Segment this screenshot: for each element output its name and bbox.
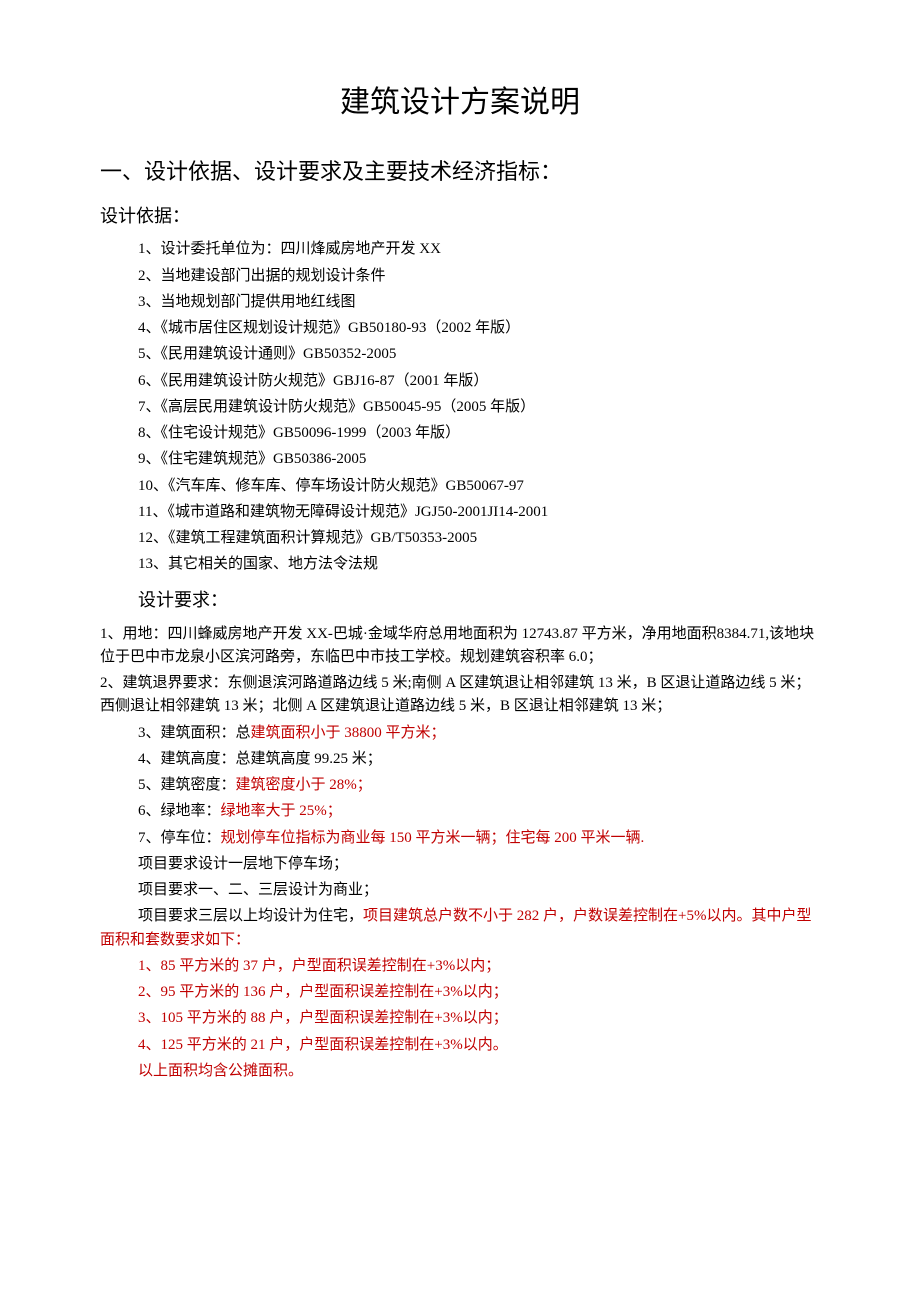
unit-type-item: 1、85 平方米的 37 户，户型面积误差控制在+3%以内； — [138, 955, 820, 978]
basis-item: 10、《汽车库、修车库、停车场设计防火规范》GB50067-97 — [138, 475, 820, 498]
req-item-3: 3、建筑面积：总建筑面积小于 38800 平方米； — [138, 722, 820, 745]
req-3-label: 3、建筑面积：总 — [138, 725, 251, 741]
req-5-value: 建筑密度小于 28%； — [236, 777, 372, 793]
basis-item: 9、《住宅建筑规范》GB50386-2005 — [138, 448, 820, 471]
req-item-7: 7、停车位：规划停车位指标为商业每 150 平方米一辆；住宅每 200 平米一辆… — [138, 827, 820, 850]
req-item-1: 1、用地：四川蜂威房地产开发 XX-巴城·金域华府总用地面积为 12743.87… — [100, 623, 820, 670]
req-item-residential: 项目要求三层以上均设计为住宅，项目建筑总户数不小于 282 户，户数误差控制在+… — [100, 905, 820, 952]
basis-item: 13、其它相关的国家、地方法令法规 — [138, 553, 820, 576]
basis-item: 7、《高层民用建筑设计防火规范》GB50045-95（2005 年版） — [138, 396, 820, 419]
basis-item: 6、《民用建筑设计防火规范》GBJ16-87（2001 年版） — [138, 370, 820, 393]
unit-type-item: 4、125 平方米的 21 户，户型面积误差控制在+3%以内。 — [138, 1034, 820, 1057]
req-item-5: 5、建筑密度：建筑密度小于 28%； — [138, 774, 820, 797]
req-item-parking: 项目要求设计一层地下停车场； — [138, 853, 820, 876]
basis-item: 3、当地规划部门提供用地红线图 — [138, 291, 820, 314]
design-basis-heading: 设计依据： — [100, 203, 820, 231]
req-item-2: 2、建筑退界要求：东侧退滨河路道路边线 5 米;南侧 A 区建筑退让相邻建筑 1… — [100, 672, 820, 719]
document-title: 建筑设计方案说明 — [100, 80, 820, 127]
req-item-commercial: 项目要求一、二、三层设计为商业； — [138, 879, 820, 902]
req-7-label: 7、停车位： — [138, 830, 221, 846]
req-7-value: 规划停车位指标为商业每 150 平方米一辆；住宅每 200 平米一辆. — [221, 830, 645, 846]
basis-item: 11、《城市道路和建筑物无障碍设计规范》JGJ50-2001JI14-2001 — [138, 501, 820, 524]
req-6-label: 6、绿地率： — [138, 803, 221, 819]
basis-item: 4、《城市居住区规划设计规范》GB50180-93（2002 年版） — [138, 317, 820, 340]
req-6-value: 绿地率大于 25%； — [221, 803, 342, 819]
basis-item: 5、《民用建筑设计通则》GB50352-2005 — [138, 343, 820, 366]
requirements-body: 1、用地：四川蜂威房地产开发 XX-巴城·金域华府总用地面积为 12743.87… — [100, 623, 820, 1084]
unit-type-item: 3、105 平方米的 88 户，户型面积误差控制在+3%以内； — [138, 1007, 820, 1030]
design-requirements-heading: 设计要求： — [138, 587, 820, 615]
page: 建筑设计方案说明 一、设计依据、设计要求及主要技术经济指标： 设计依据： 1、设… — [0, 0, 920, 1146]
basis-item: 2、当地建设部门出据的规划设计条件 — [138, 265, 820, 288]
unit-type-item: 2、95 平方米的 136 户，户型面积误差控制在+3%以内； — [138, 981, 820, 1004]
req-res-prefix: 项目要求三层以上均设计为住宅， — [138, 908, 363, 924]
basis-item: 8、《住宅设计规范》GB50096-1999（2003 年版） — [138, 422, 820, 445]
req-item-4: 4、建筑高度：总建筑高度 99.25 米； — [138, 748, 820, 771]
basis-item: 1、设计委托单位为：四川烽威房地产开发 XX — [138, 238, 820, 261]
req-item-6: 6、绿地率：绿地率大于 25%； — [138, 800, 820, 823]
req-3-value: 建筑面积小于 38800 平方米； — [251, 725, 446, 741]
basis-item: 12、《建筑工程建筑面积计算规范》GB/T50353-2005 — [138, 527, 820, 550]
req-5-label: 5、建筑密度： — [138, 777, 236, 793]
design-basis-list: 1、设计委托单位为：四川烽威房地产开发 XX 2、当地建设部门出据的规划设计条件… — [138, 238, 820, 576]
section-1-heading: 一、设计依据、设计要求及主要技术经济指标： — [100, 155, 820, 189]
area-note: 以上面积均含公摊面积。 — [138, 1060, 820, 1083]
